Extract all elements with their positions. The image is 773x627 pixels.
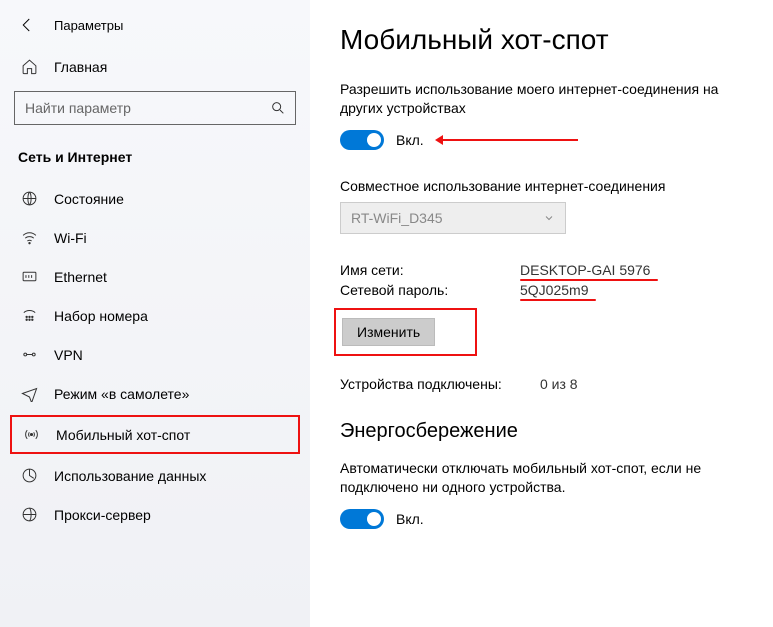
sidebar-item-datausage[interactable]: Использование данных <box>0 456 310 495</box>
sidebar-item-label: Мобильный хот-спот <box>56 427 190 443</box>
datausage-icon <box>20 467 38 484</box>
share-conn-dropdown[interactable]: RT-WiFi_D345 <box>340 202 566 234</box>
sidebar-item-label: Режим «в самолете» <box>54 386 189 402</box>
power-toggle[interactable] <box>340 509 384 529</box>
annotation-arrow <box>438 139 578 141</box>
sidebar-item-label: Использование данных <box>54 468 206 484</box>
sidebar-item-vpn[interactable]: VPN <box>0 335 310 374</box>
net-name-label: Имя сети: <box>340 262 520 278</box>
sidebar-item-status[interactable]: Состояние <box>0 179 310 218</box>
share-conn-label: Совместное использование интернет-соедин… <box>340 178 753 194</box>
sidebar-item-label: Wi-Fi <box>54 230 87 246</box>
home-icon <box>20 58 38 75</box>
search-icon <box>270 100 286 116</box>
sidebar-nav: Состояние Wi-Fi Ethernet Набор номера VP… <box>0 179 310 534</box>
power-section-title: Энергосбережение <box>340 420 753 443</box>
sidebar-item-label: Ethernet <box>54 269 107 285</box>
vpn-icon <box>20 346 38 363</box>
share-toggle[interactable] <box>340 130 384 150</box>
proxy-icon <box>20 506 38 523</box>
net-name-value: DESKTOP-GAI 5976 <box>520 262 650 278</box>
power-description: Автоматически отключать мобильный хот-сп… <box>340 459 753 497</box>
sidebar-item-wifi[interactable]: Wi-Fi <box>0 218 310 257</box>
net-pass-label: Сетевой пароль: <box>340 282 520 298</box>
app-title: Параметры <box>54 18 123 33</box>
net-pass-value: 5QJ025m9 <box>520 282 588 298</box>
devices-label: Устройства подключены: <box>340 376 540 392</box>
net-pass-row: Сетевой пароль: 5QJ025m9 <box>340 282 753 298</box>
net-name-row: Имя сети: DESKTOP-GAI 5976 <box>340 262 753 278</box>
header-row: Параметры <box>0 12 310 48</box>
power-toggle-row: Вкл. <box>340 509 753 529</box>
power-toggle-label: Вкл. <box>396 511 424 527</box>
status-icon <box>20 190 38 207</box>
devices-row: Устройства подключены: 0 из 8 <box>340 376 753 392</box>
wifi-icon <box>20 229 38 246</box>
edit-button[interactable]: Изменить <box>342 318 435 346</box>
sidebar: Параметры Главная Сеть и Интернет Состоя… <box>0 0 310 627</box>
search-box <box>14 91 296 125</box>
hotspot-icon <box>22 426 40 443</box>
sidebar-item-label: Прокси-сервер <box>54 507 151 523</box>
share-description: Разрешить использование моего интернет-с… <box>340 80 753 118</box>
chevron-down-icon <box>543 212 555 224</box>
sidebar-home[interactable]: Главная <box>0 48 310 85</box>
share-toggle-row: Вкл. <box>340 130 753 150</box>
sidebar-item-dialup[interactable]: Набор номера <box>0 296 310 335</box>
sidebar-home-label: Главная <box>54 59 107 75</box>
main-content: Мобильный хот-спот Разрешить использован… <box>310 0 773 627</box>
back-button[interactable] <box>18 16 36 34</box>
devices-value: 0 из 8 <box>540 376 578 392</box>
search-input[interactable] <box>14 91 296 125</box>
airplane-icon <box>20 385 38 402</box>
sidebar-item-label: VPN <box>54 347 83 363</box>
share-toggle-label: Вкл. <box>396 132 424 148</box>
sidebar-item-hotspot[interactable]: Мобильный хот-спот <box>10 415 300 454</box>
share-conn-value: RT-WiFi_D345 <box>351 210 443 226</box>
sidebar-item-proxy[interactable]: Прокси-сервер <box>0 495 310 534</box>
sidebar-item-label: Набор номера <box>54 308 148 324</box>
dialup-icon <box>20 307 38 324</box>
sidebar-item-label: Состояние <box>54 191 124 207</box>
ethernet-icon <box>20 268 38 285</box>
edit-button-highlight: Изменить <box>334 308 477 356</box>
page-title: Мобильный хот-спот <box>340 24 753 56</box>
sidebar-item-airplane[interactable]: Режим «в самолете» <box>0 374 310 413</box>
sidebar-group-title: Сеть и Интернет <box>0 143 310 179</box>
sidebar-item-ethernet[interactable]: Ethernet <box>0 257 310 296</box>
